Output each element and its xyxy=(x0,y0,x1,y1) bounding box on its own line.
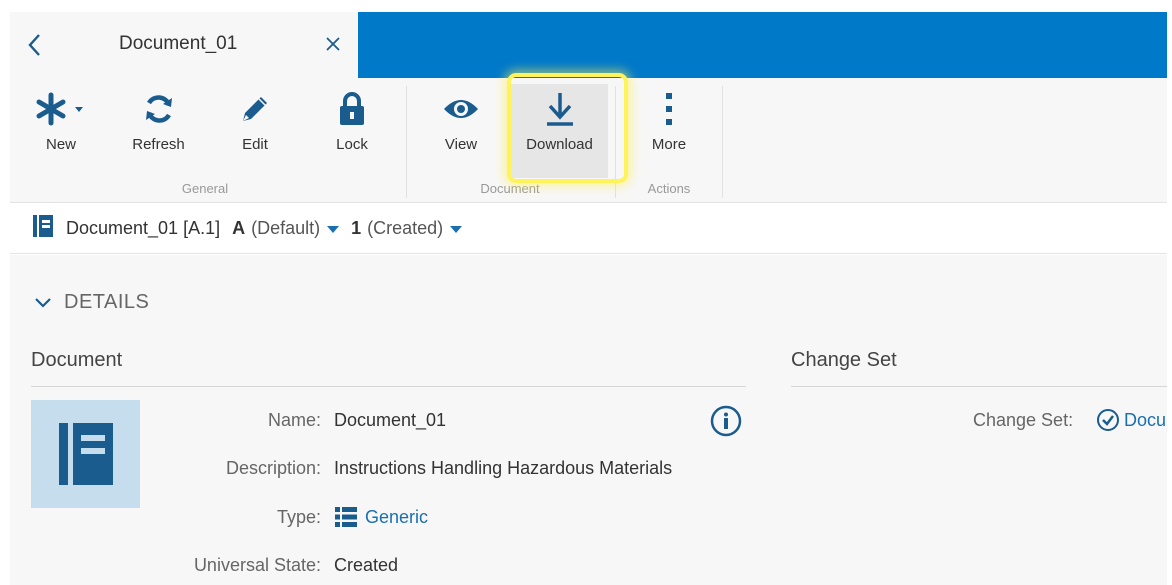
toolbar-separator xyxy=(722,86,723,198)
revision-letter: A xyxy=(232,218,246,238)
state-value: Created xyxy=(334,555,399,575)
description-value: Instructions Handling Hazardous Material… xyxy=(334,458,673,478)
breadcrumb-document[interactable]: Document_01 [A.1] xyxy=(66,218,220,239)
type-link[interactable]: Generic xyxy=(365,507,428,528)
more-label: More xyxy=(651,136,687,153)
changeset-section-title: Change Set xyxy=(791,349,897,371)
group-label-document: Document xyxy=(480,181,540,196)
asterisk-icon xyxy=(31,84,91,134)
tab-bar: Document_01 xyxy=(10,12,1167,78)
back-chevron-icon[interactable] xyxy=(22,30,46,60)
changeset-label: Change Set: xyxy=(973,410,1074,430)
name-label: Name: xyxy=(267,410,321,430)
eye-icon xyxy=(442,84,480,134)
refresh-icon xyxy=(141,84,177,134)
changeset-link[interactable]: Docu xyxy=(1124,410,1166,431)
details-panel: DETAILS Document Change Set Name: Docume… xyxy=(10,255,1167,585)
close-icon[interactable] xyxy=(320,31,346,57)
details-heading: DETAILS xyxy=(64,291,150,313)
document-tab[interactable]: Document_01 xyxy=(10,12,358,78)
description-label: Description: xyxy=(225,458,321,478)
group-label-general: General xyxy=(181,181,229,196)
lock-icon xyxy=(336,84,368,134)
view-label: View xyxy=(444,136,478,153)
caret-down-icon xyxy=(450,218,463,239)
type-value[interactable]: Generic xyxy=(334,505,428,529)
iteration-selector[interactable]: 1 (Created) xyxy=(351,218,463,239)
section-divider xyxy=(31,386,746,387)
list-icon xyxy=(335,507,357,527)
name-value: Document_01 xyxy=(334,410,447,430)
group-label-actions: Actions xyxy=(647,181,691,196)
download-highlight xyxy=(507,73,628,183)
document-icon xyxy=(58,423,113,485)
edit-button[interactable]: Edit xyxy=(224,84,286,172)
view-button[interactable]: View xyxy=(431,84,491,172)
state-label: Universal State: xyxy=(193,555,321,575)
chevron-down-icon xyxy=(35,297,51,308)
more-button[interactable]: More xyxy=(639,84,699,172)
refresh-button[interactable]: Refresh xyxy=(121,84,196,172)
toolbar: New Refresh Edit Lock View Download More… xyxy=(10,73,1167,203)
new-label: New xyxy=(45,136,76,153)
pencil-icon xyxy=(237,84,273,134)
type-label: Type: xyxy=(276,507,321,527)
toolbar-separator xyxy=(406,86,407,198)
iteration-number: 1 xyxy=(351,218,362,238)
details-toggle[interactable]: DETAILS xyxy=(34,291,149,314)
document-thumbnail xyxy=(31,400,140,508)
revision-label: (Default) xyxy=(251,218,321,238)
check-circle-icon xyxy=(1097,409,1119,431)
changeset-value[interactable]: Docu xyxy=(1096,408,1167,432)
iteration-label: (Created) xyxy=(367,218,444,238)
revision-selector[interactable]: A (Default) xyxy=(232,218,340,239)
lock-button[interactable]: Lock xyxy=(321,84,383,172)
document-icon xyxy=(32,214,54,243)
more-vertical-icon xyxy=(664,84,674,134)
caret-down-icon xyxy=(327,218,340,239)
refresh-label: Refresh xyxy=(132,136,185,153)
info-icon[interactable] xyxy=(710,405,742,442)
edit-label: Edit xyxy=(242,136,268,153)
tab-title: Document_01 xyxy=(119,33,238,54)
section-divider xyxy=(791,386,1167,387)
lock-label: Lock xyxy=(336,136,368,153)
document-section-title: Document xyxy=(31,349,123,371)
tab-bar-fill xyxy=(358,12,1167,78)
new-button[interactable]: New xyxy=(25,84,97,172)
breadcrumb: Document_01 [A.1] A (Default) 1 (Created) xyxy=(10,204,1167,254)
